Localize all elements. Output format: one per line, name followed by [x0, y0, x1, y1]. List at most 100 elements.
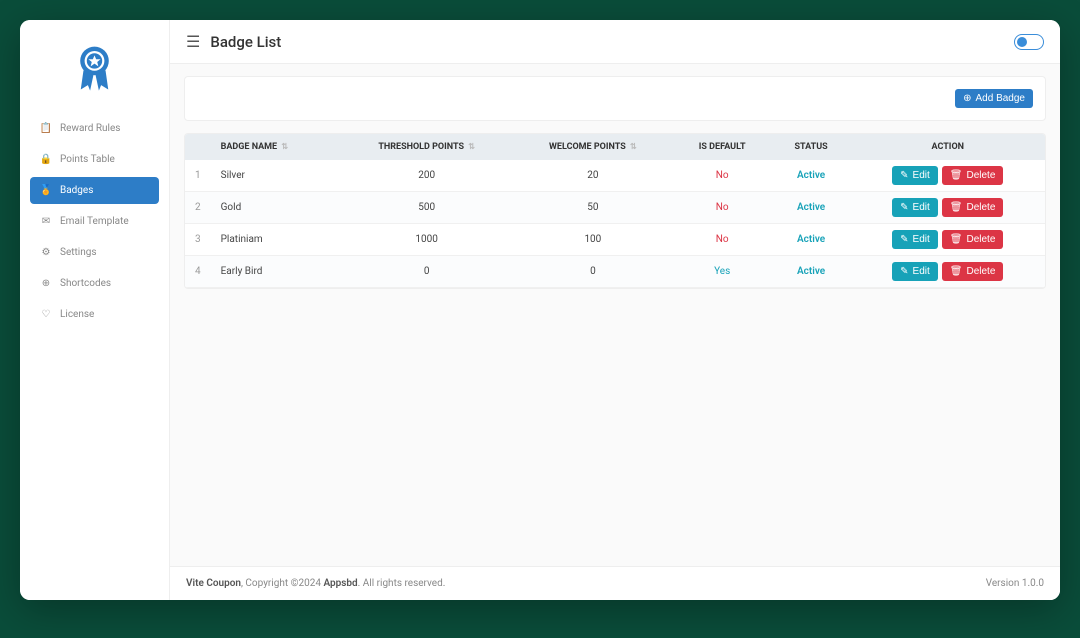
delete-button[interactable]: 🗑 Delete — [942, 198, 1004, 217]
cell-welcome: 100 — [513, 224, 673, 256]
cell-actions: ✎ Edit🗑 Delete — [851, 224, 1045, 256]
cell-status: Active — [772, 256, 851, 288]
footer-company: Appsbd — [323, 578, 357, 589]
sidebar-item-badges[interactable]: 🏅 Badges — [30, 177, 159, 204]
cell-actions: ✎ Edit🗑 Delete — [851, 160, 1045, 192]
cell-status: Active — [772, 192, 851, 224]
sidebar-item-shortcodes[interactable]: ⊕ Shortcodes — [30, 270, 159, 297]
trash-icon: 🗑 — [950, 266, 963, 277]
footer: Vite Coupon, Copyright ©2024 Appsbd. All… — [170, 566, 1060, 600]
cell-badge-name: Platiniam — [211, 224, 341, 256]
sidebar-item-label: Shortcodes — [60, 278, 111, 289]
heart-icon: ♡ — [40, 309, 52, 320]
edit-button[interactable]: ✎ Edit — [892, 262, 938, 281]
cell-status: Active — [772, 224, 851, 256]
menu-toggle-icon[interactable]: ☰ — [186, 32, 200, 51]
col-index — [185, 134, 211, 160]
app-window: 📋 Reward Rules 🔒 Points Table 🏅 Badges ✉… — [20, 20, 1060, 600]
table-header-row: BADGE NAME ⇅ THRESHOLD POINTS ⇅ WELCOME … — [185, 134, 1045, 160]
footer-product: Vite Coupon — [186, 578, 241, 589]
table-row: 4Early Bird00YesActive✎ Edit🗑 Delete — [185, 256, 1045, 288]
cell-welcome: 50 — [513, 192, 673, 224]
cell-is-default: No — [673, 224, 772, 256]
col-label: BADGE NAME — [221, 142, 278, 152]
sort-icon: ⇅ — [630, 142, 637, 151]
edit-icon: ✎ — [900, 170, 908, 181]
sidebar-item-label: Points Table — [60, 154, 115, 165]
footer-version: 1.0.0 — [1022, 578, 1044, 589]
sidebar-item-label: License — [60, 309, 94, 320]
lock-icon: 🔒 — [40, 154, 52, 165]
row-index: 1 — [185, 160, 211, 192]
logo — [20, 20, 169, 115]
cell-is-default: Yes — [673, 256, 772, 288]
col-status: STATUS — [772, 134, 851, 160]
sidebar-item-points-table[interactable]: 🔒 Points Table — [30, 146, 159, 173]
cell-status: Active — [772, 160, 851, 192]
delete-button[interactable]: 🗑 Delete — [942, 230, 1004, 249]
main: ☰ Badge List ⊕ Add Badge BAD — [170, 20, 1060, 600]
cell-badge-name: Early Bird — [211, 256, 341, 288]
edit-button[interactable]: ✎ Edit — [892, 166, 938, 185]
sidebar-item-license[interactable]: ♡ License — [30, 301, 159, 328]
cell-threshold: 1000 — [340, 224, 513, 256]
cell-is-default: No — [673, 192, 772, 224]
cell-threshold: 0 — [340, 256, 513, 288]
plus-circle-icon: ⊕ — [40, 278, 52, 289]
footer-rights: . All rights reserved. — [358, 578, 446, 589]
row-index: 4 — [185, 256, 211, 288]
header: ☰ Badge List — [170, 20, 1060, 64]
sidebar-item-label: Email Template — [60, 216, 129, 227]
cell-threshold: 500 — [340, 192, 513, 224]
trash-icon: 🗑 — [950, 234, 963, 245]
theme-toggle[interactable] — [1014, 34, 1044, 50]
col-threshold-points[interactable]: THRESHOLD POINTS ⇅ — [340, 134, 513, 160]
ribbon-badge-icon — [67, 40, 122, 95]
cell-welcome: 0 — [513, 256, 673, 288]
edit-button[interactable]: ✎ Edit — [892, 198, 938, 217]
sidebar-item-label: Reward Rules — [60, 123, 120, 134]
trash-icon: 🗑 — [950, 202, 963, 213]
footer-copyright: , Copyright ©2024 — [241, 578, 323, 589]
col-welcome-points[interactable]: WELCOME POINTS ⇅ — [513, 134, 673, 160]
toolbar: ⊕ Add Badge — [184, 76, 1046, 121]
plus-circle-icon: ⊕ — [963, 93, 971, 104]
cell-welcome: 20 — [513, 160, 673, 192]
sort-icon: ⇅ — [468, 142, 475, 151]
sidebar-item-label: Settings — [60, 247, 97, 258]
edit-icon: ✎ — [900, 234, 908, 245]
cell-actions: ✎ Edit🗑 Delete — [851, 192, 1045, 224]
cell-threshold: 200 — [340, 160, 513, 192]
table-row: 2Gold50050NoActive✎ Edit🗑 Delete — [185, 192, 1045, 224]
trash-icon: 🗑 — [950, 170, 963, 181]
badge-table: BADGE NAME ⇅ THRESHOLD POINTS ⇅ WELCOME … — [184, 133, 1046, 289]
row-index: 3 — [185, 224, 211, 256]
add-badge-button[interactable]: ⊕ Add Badge — [955, 89, 1033, 108]
table-row: 3Platiniam1000100NoActive✎ Edit🗑 Delete — [185, 224, 1045, 256]
cell-actions: ✎ Edit🗑 Delete — [851, 256, 1045, 288]
cell-badge-name: Silver — [211, 160, 341, 192]
page-title: Badge List — [210, 33, 281, 51]
col-badge-name[interactable]: BADGE NAME ⇅ — [211, 134, 341, 160]
footer-version-label: Version — [986, 578, 1022, 589]
col-label: THRESHOLD POINTS — [378, 142, 464, 152]
cell-badge-name: Gold — [211, 192, 341, 224]
delete-button[interactable]: 🗑 Delete — [942, 262, 1004, 281]
edit-button[interactable]: ✎ Edit — [892, 230, 938, 249]
content-area: ⊕ Add Badge BADGE NAME ⇅ — [170, 64, 1060, 566]
sidebar-item-email-template[interactable]: ✉ Email Template — [30, 208, 159, 235]
button-label: Add Badge — [976, 93, 1026, 104]
sidebar-nav: 📋 Reward Rules 🔒 Points Table 🏅 Badges ✉… — [20, 115, 169, 332]
edit-icon: ✎ — [900, 266, 908, 277]
gear-icon: ⚙ — [40, 247, 52, 258]
sidebar-item-reward-rules[interactable]: 📋 Reward Rules — [30, 115, 159, 142]
delete-button[interactable]: 🗑 Delete — [942, 166, 1004, 185]
cell-is-default: No — [673, 160, 772, 192]
row-index: 2 — [185, 192, 211, 224]
col-action: ACTION — [851, 134, 1045, 160]
table-row: 1Silver20020NoActive✎ Edit🗑 Delete — [185, 160, 1045, 192]
badge-icon: 🏅 — [40, 185, 52, 196]
envelope-icon: ✉ — [40, 216, 52, 227]
sidebar-item-settings[interactable]: ⚙ Settings — [30, 239, 159, 266]
col-is-default: IS DEFAULT — [673, 134, 772, 160]
